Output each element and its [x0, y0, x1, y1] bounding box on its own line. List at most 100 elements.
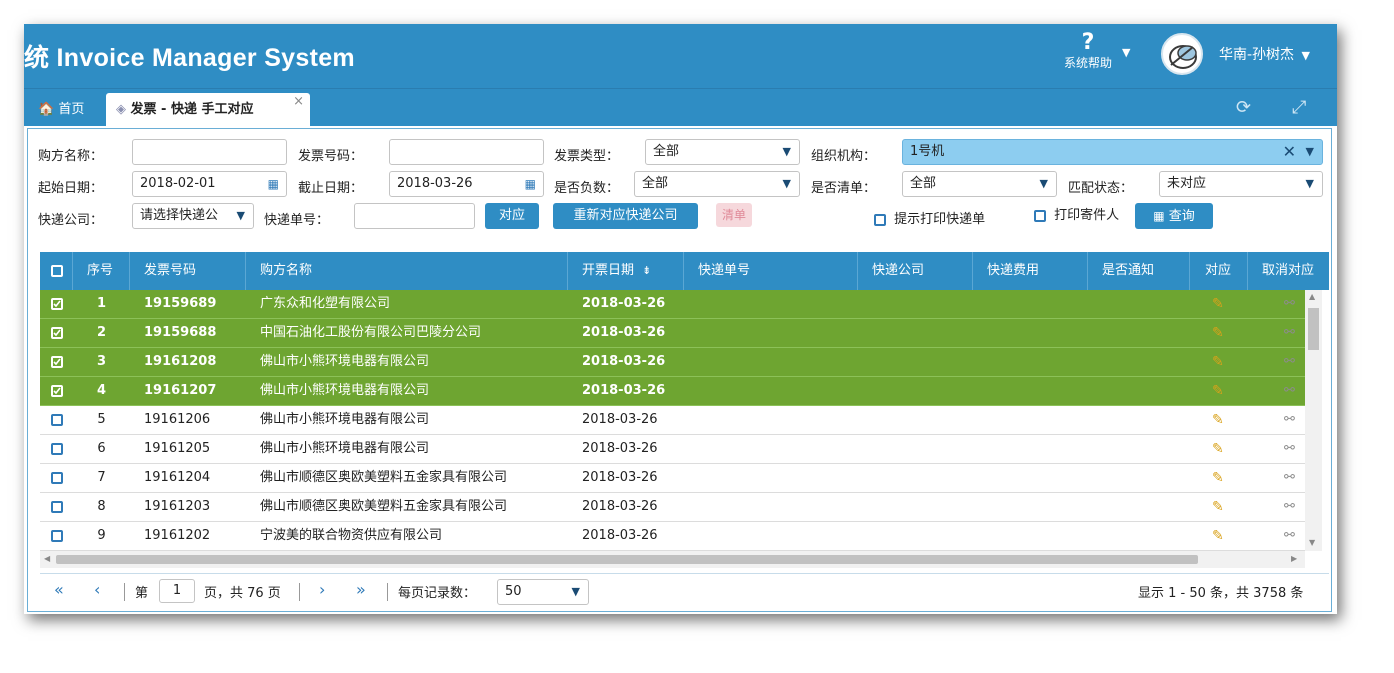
col-header-notified[interactable]: 是否通知	[1088, 252, 1190, 290]
unlink-icon[interactable]: ⚯	[1284, 435, 1295, 463]
scroll-right-icon[interactable]: ▶	[1291, 554, 1297, 563]
col-header-invoice-no[interactable]: 发票号码	[130, 252, 246, 290]
calendar-icon[interactable]: ▦	[268, 172, 279, 196]
vertical-scroll-thumb[interactable]	[1308, 308, 1319, 350]
close-icon[interactable]: ×	[293, 85, 304, 119]
table-row[interactable]: 1 19159689 广东众和化塑有限公司 2018-03-26 ✎ ⚯	[40, 290, 1305, 319]
unlink-icon[interactable]: ⚯	[1284, 319, 1295, 347]
pencil-icon[interactable]: ✎	[1212, 348, 1224, 376]
row-checkbox[interactable]	[51, 442, 63, 455]
unlink-icon[interactable]: ⚯	[1284, 493, 1295, 521]
pencil-icon[interactable]: ✎	[1212, 406, 1224, 434]
row-checkbox[interactable]	[51, 355, 63, 368]
row-select-cell[interactable]	[51, 493, 63, 521]
org-select[interactable]: 1号机 ✕ ▼	[902, 139, 1323, 165]
invoice-type-select[interactable]: 全部 ▼	[645, 139, 800, 165]
pencil-icon[interactable]: ✎	[1212, 464, 1224, 492]
pencil-icon[interactable]: ✎	[1212, 319, 1224, 347]
page-size-select[interactable]: 50 ▼	[497, 579, 589, 605]
table-row[interactable]: 4 19161207 佛山市小熊环境电器有限公司 2018-03-26 ✎ ⚯	[40, 377, 1305, 406]
scroll-down-icon[interactable]: ▼	[1309, 538, 1315, 547]
print-sender-checkbox[interactable]	[1034, 209, 1046, 222]
end-date-input[interactable]: 2018-03-26 ▦	[389, 171, 544, 197]
sort-icon[interactable]: ⇟	[642, 264, 651, 277]
unlink-icon[interactable]: ⚯	[1284, 377, 1295, 405]
row-checkbox[interactable]	[51, 326, 63, 339]
refresh-icon[interactable]: ⟳	[1236, 97, 1251, 118]
col-header-buyer[interactable]: 购方名称	[246, 252, 568, 290]
start-date-input[interactable]: 2018-02-01 ▦	[132, 171, 287, 197]
unlink-icon[interactable]: ⚯	[1284, 348, 1295, 376]
table-row[interactable]: 9 19161202 宁波美的联合物资供应有限公司 2018-03-26 ✎ ⚯	[40, 522, 1305, 551]
row-select-cell[interactable]	[51, 522, 63, 550]
fullscreen-icon[interactable]: ⤢	[1292, 97, 1306, 118]
row-checkbox[interactable]	[51, 413, 63, 426]
select-all-cell[interactable]	[40, 252, 73, 290]
row-checkbox[interactable]	[51, 297, 63, 310]
scroll-up-icon[interactable]: ▲	[1309, 292, 1315, 301]
table-row[interactable]: 6 19161205 佛山市小熊环境电器有限公司 2018-03-26 ✎ ⚯	[40, 435, 1305, 464]
col-header-courier[interactable]: 快递公司	[858, 252, 973, 290]
table-row[interactable]: 8 19161203 佛山市顺德区奥欧美塑料五金家具有限公司 2018-03-26 ✎ ⚯	[40, 493, 1305, 522]
list-button[interactable]: 清单	[716, 203, 752, 227]
pencil-icon[interactable]: ✎	[1212, 377, 1224, 405]
row-select-cell[interactable]	[51, 377, 63, 405]
list-select[interactable]: 全部 ▼	[902, 171, 1057, 197]
row-select-cell[interactable]	[51, 464, 63, 492]
unlink-icon[interactable]: ⚯	[1284, 406, 1295, 434]
scroll-left-icon[interactable]: ◀	[44, 554, 50, 563]
tab-home[interactable]: 🏠 首页	[28, 93, 94, 127]
print-sender-option[interactable]: 打印寄件人	[1034, 208, 1120, 224]
unlink-icon[interactable]: ⚯	[1284, 522, 1295, 550]
user-menu[interactable]: 华南-孙树杰 ▼	[1219, 44, 1310, 64]
unlink-icon[interactable]: ⚯	[1284, 464, 1295, 492]
negative-select[interactable]: 全部 ▼	[634, 171, 800, 197]
help-button[interactable]: ? 系统帮助	[1054, 30, 1122, 70]
tracking-input[interactable]	[354, 203, 475, 229]
first-page-icon[interactable]: «	[54, 580, 64, 599]
help-dropdown-icon[interactable]: ▼	[1122, 46, 1130, 59]
row-select-cell[interactable]	[51, 290, 63, 318]
pencil-icon[interactable]: ✎	[1212, 290, 1224, 318]
col-header-issue-date[interactable]: 开票日期 ⇟	[568, 252, 684, 290]
query-button[interactable]: ▦ 查询	[1135, 203, 1213, 229]
col-header-no[interactable]: 序号	[73, 252, 130, 290]
next-page-icon[interactable]: ›	[319, 580, 325, 599]
print-hint-checkbox[interactable]	[874, 213, 886, 226]
col-header-unmatch[interactable]: 取消对应	[1248, 252, 1329, 290]
pencil-icon[interactable]: ✎	[1212, 493, 1224, 521]
pencil-icon[interactable]: ✎	[1212, 435, 1224, 463]
pencil-icon[interactable]: ✎	[1212, 522, 1224, 550]
unlink-icon[interactable]: ⚯	[1284, 290, 1295, 318]
match-button[interactable]: 对应	[485, 203, 539, 229]
row-checkbox[interactable]	[51, 500, 63, 513]
vertical-scrollbar[interactable]: ▲ ▼	[1305, 290, 1322, 551]
avatar[interactable]	[1161, 33, 1203, 75]
invoice-no-input[interactable]	[389, 139, 544, 165]
col-header-match[interactable]: 对应	[1190, 252, 1248, 290]
horizontal-scrollbar[interactable]: ◀ ▶	[40, 551, 1305, 568]
courier-select[interactable]: 请选择快递公 ▼	[132, 203, 254, 229]
col-header-fee[interactable]: 快递费用	[973, 252, 1088, 290]
col-header-tracking[interactable]: 快递单号	[684, 252, 858, 290]
match-status-select[interactable]: 未对应 ▼	[1159, 171, 1323, 197]
page-number-input[interactable]: 1	[159, 579, 195, 603]
row-checkbox[interactable]	[51, 384, 63, 397]
row-checkbox[interactable]	[51, 529, 63, 542]
print-hint-option[interactable]: 提示打印快递单	[874, 208, 985, 227]
rematch-courier-button[interactable]: 重新对应快递公司	[553, 203, 698, 229]
select-all-checkbox[interactable]	[51, 264, 63, 277]
row-select-cell[interactable]	[51, 319, 63, 347]
table-row[interactable]: 7 19161204 佛山市顺德区奥欧美塑料五金家具有限公司 2018-03-26 ✎ ⚯	[40, 464, 1305, 493]
clear-icon[interactable]: ✕	[1283, 140, 1296, 164]
tab-invoice-courier-match[interactable]: ◈ 发票 - 快递 手工对应 ×	[106, 93, 310, 127]
prev-page-icon[interactable]: ‹	[94, 580, 100, 599]
table-row[interactable]: 3 19161208 佛山市小熊环境电器有限公司 2018-03-26 ✎ ⚯	[40, 348, 1305, 377]
calendar-icon[interactable]: ▦	[525, 172, 536, 196]
row-checkbox[interactable]	[51, 471, 63, 484]
last-page-icon[interactable]: »	[356, 580, 366, 599]
table-row[interactable]: 2 19159688 中国石油化工股份有限公司巴陵分公司 2018-03-26 ✎ ⚯	[40, 319, 1305, 348]
row-select-cell[interactable]	[51, 435, 63, 463]
table-row[interactable]: 5 19161206 佛山市小熊环境电器有限公司 2018-03-26 ✎ ⚯	[40, 406, 1305, 435]
horizontal-scroll-thumb[interactable]	[56, 555, 1198, 564]
